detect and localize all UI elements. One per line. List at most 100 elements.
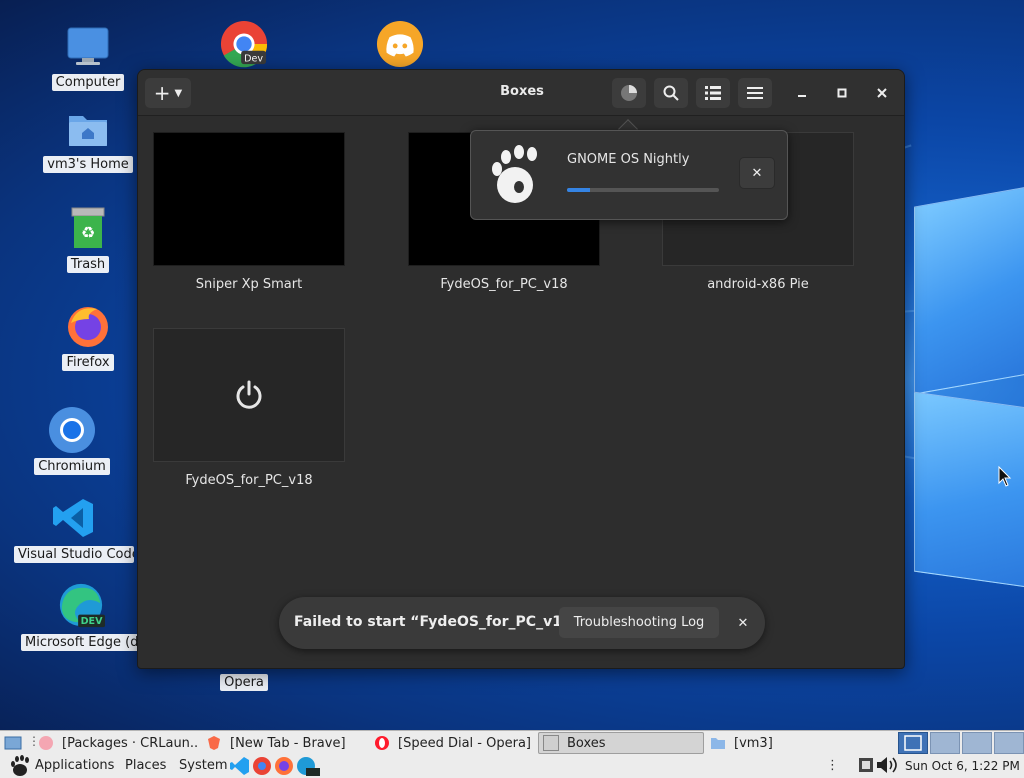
desktop-icon-home[interactable]: vm3's Home	[38, 104, 138, 173]
chrome-dev-icon: Dev	[220, 20, 268, 68]
list-view-button[interactable]	[696, 78, 730, 108]
download-progress-icon	[621, 85, 637, 101]
desktop-icon-label: Visual Studio Code	[14, 546, 134, 563]
places-menu[interactable]: Places	[125, 758, 166, 773]
desktop-icon-chrome-dev[interactable]: Dev	[218, 20, 270, 68]
folder-icon	[711, 738, 725, 749]
vm-name: FydeOS_for_PC_v18	[185, 473, 313, 488]
task-label: [New Tab - Brave]	[230, 735, 346, 751]
vscode-launcher-icon[interactable]	[230, 756, 250, 776]
taskbar-task[interactable]: [Speed Dial - Opera]	[374, 732, 534, 754]
network-icon[interactable]	[858, 757, 874, 773]
taskbar-task[interactable]: [New Tab - Brave]	[206, 732, 366, 754]
workspace-4[interactable]	[994, 732, 1024, 754]
desktop-icon-chromium[interactable]: Chromium	[32, 406, 112, 475]
close-icon	[877, 88, 887, 98]
opera-icon	[375, 736, 389, 750]
volume-icon[interactable]	[876, 756, 900, 774]
gnome-foot-icon[interactable]	[10, 755, 30, 777]
download-popover: GNOME OS Nightly ✕	[470, 130, 788, 220]
desktop-icon-computer[interactable]: Computer	[48, 22, 128, 91]
vm-name: android-x86 Pie	[707, 277, 809, 292]
home-folder-icon	[64, 104, 112, 152]
workspace-1[interactable]	[898, 732, 928, 754]
vm-thumbnail-sniper[interactable]	[153, 132, 345, 266]
trash-icon: ♻	[64, 204, 112, 252]
hamburger-menu-icon	[747, 87, 763, 99]
vm-thumbnail-fydeos-2[interactable]	[153, 328, 345, 462]
desktop-icon-discord[interactable]	[374, 20, 426, 68]
desktop-icon-trash[interactable]: ♻ Trash	[48, 204, 128, 273]
taskbar-task[interactable]: [Packages · CRLaun...	[38, 732, 198, 754]
gnome-foot-icon	[492, 145, 537, 203]
task-label: Boxes	[567, 735, 606, 751]
firefox-icon	[64, 302, 112, 350]
boxes-window: + ▼ Boxes Sniper Xp Smart FydeOS_for_PC_…	[137, 69, 905, 669]
desktop-icon-vscode[interactable]: Visual Studio Code	[14, 494, 134, 563]
show-desktop-icon[interactable]	[4, 734, 22, 752]
desktop-icon-edge-dev[interactable]: DEV Microsoft Edge (de	[21, 582, 141, 651]
list-view-icon	[705, 86, 721, 100]
dev-badge: Dev	[244, 53, 263, 64]
vm-name: FydeOS_for_PC_v18	[440, 277, 568, 292]
chevron-down-icon: ▼	[174, 87, 183, 99]
desktop-icon-label: Trash	[66, 256, 110, 273]
download-progress-bar	[567, 188, 719, 192]
maximize-icon	[837, 88, 847, 98]
vscode-icon	[50, 494, 98, 542]
close-icon: ✕	[737, 615, 749, 631]
taskbar-task-active[interactable]: Boxes	[538, 732, 704, 754]
vm-name: Sniper Xp Smart	[195, 277, 303, 292]
download-name: GNOME OS Nightly	[567, 152, 690, 167]
svg-text:♻: ♻	[81, 223, 95, 242]
task-label: [vm3]	[734, 735, 773, 751]
toast-close-button[interactable]: ✕	[731, 611, 755, 635]
desktop-icon-label: Firefox	[62, 354, 114, 371]
cancel-download-button[interactable]: ✕	[739, 157, 775, 189]
edge-dev-icon: DEV	[57, 582, 105, 630]
downloads-button[interactable]	[612, 78, 646, 108]
boxes-icon	[543, 735, 559, 751]
minimize-icon	[798, 95, 806, 97]
clock[interactable]: Sun Oct 6, 1:22 PM	[905, 759, 1020, 773]
desktop-icon-label: Opera	[220, 674, 268, 691]
minimize-button[interactable]	[790, 81, 814, 105]
desktop-icon-label: Computer	[51, 74, 125, 91]
wallpaper-pane-top	[914, 185, 1024, 395]
power-icon	[236, 380, 262, 409]
chrome-dev-launcher-icon[interactable]	[252, 756, 272, 776]
new-vm-button[interactable]: + ▼	[145, 78, 191, 108]
download-progress-fill	[567, 188, 590, 192]
desktop-icon-label: Microsoft Edge (de	[21, 634, 141, 651]
taskbar: ⋮ [Packages · CRLaun... [New Tab - Brave…	[0, 730, 1024, 778]
wallpaper-pane-bottom	[914, 391, 1024, 589]
close-window-button[interactable]	[870, 81, 894, 105]
workspace-3[interactable]	[962, 732, 992, 754]
discord-icon	[376, 20, 424, 68]
edge-dev-launcher-icon[interactable]	[296, 756, 320, 776]
main-menu-button[interactable]	[738, 78, 772, 108]
tray-handle[interactable]: ⋮	[826, 758, 839, 773]
mouse-cursor-icon	[998, 466, 1012, 487]
computer-icon	[64, 22, 112, 70]
desktop-icon-label: Chromium	[34, 458, 110, 475]
taskbar-task[interactable]: [vm3]	[710, 732, 870, 754]
task-label: [Speed Dial - Opera]	[398, 735, 531, 751]
search-icon	[663, 85, 679, 101]
crlauncher-icon	[39, 736, 53, 750]
chromium-icon	[48, 406, 96, 454]
brave-icon	[208, 736, 220, 750]
quick-launch	[230, 756, 330, 776]
desktop-icon-firefox[interactable]: Firefox	[48, 302, 128, 371]
workspace-window-icon	[904, 735, 922, 751]
task-label: [Packages · CRLaun...	[62, 735, 198, 751]
maximize-button[interactable]	[830, 81, 854, 105]
applications-menu[interactable]: Applications	[35, 758, 114, 773]
error-toast: Failed to start “FydeOS_for_PC_v18” Trou…	[279, 597, 765, 649]
svg-text:DEV: DEV	[81, 616, 103, 627]
search-button[interactable]	[654, 78, 688, 108]
firefox-launcher-icon[interactable]	[274, 756, 294, 776]
workspace-2[interactable]	[930, 732, 960, 754]
troubleshooting-log-button[interactable]: Troubleshooting Log	[559, 607, 719, 638]
system-menu[interactable]: System	[179, 758, 227, 773]
